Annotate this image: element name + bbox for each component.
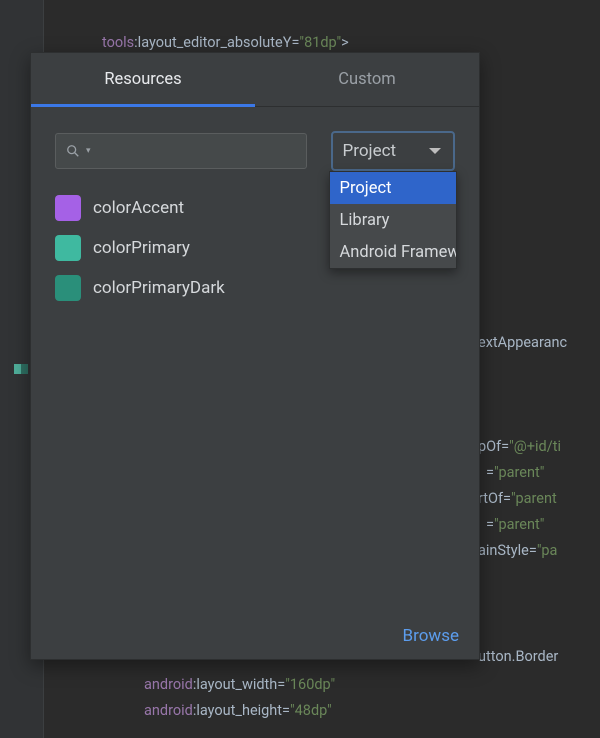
resource-item-label: colorPrimaryDark <box>93 278 225 298</box>
resource-item-label: colorPrimary <box>93 238 190 258</box>
code-ns: tools <box>102 34 134 51</box>
dropdown-item-label: Android Framewo <box>340 243 456 262</box>
dropdown-item-label: Library <box>340 211 390 230</box>
chevron-down-icon <box>429 148 441 154</box>
tab-custom[interactable]: Custom <box>255 53 479 106</box>
tab-resources[interactable]: Resources <box>31 53 255 106</box>
search-options-caret-icon[interactable]: ▾ <box>86 146 91 156</box>
source-dropdown-selected: Project <box>343 141 397 161</box>
browse-button-label: Browse <box>403 626 459 646</box>
search-icon <box>66 144 80 158</box>
color-swatch <box>55 195 81 221</box>
tab-resources-label: Resources <box>104 70 181 89</box>
code-attr: layout_editor_absoluteY <box>138 34 292 51</box>
source-dropdown-list: Project Library Android Framewo <box>329 171 457 269</box>
code-val: "81dp" <box>299 34 341 51</box>
resource-picker-dialog: Resources Custom ▾ Project Project Libra… <box>30 52 480 660</box>
code-frag: extAppearanc <box>478 334 567 351</box>
dialog-controls: ▾ Project Project Library Android Framew… <box>31 107 479 187</box>
search-input-wrap[interactable]: ▾ <box>55 133 307 169</box>
color-swatch <box>55 235 81 261</box>
search-input[interactable] <box>97 142 296 160</box>
gutter-color-mark <box>14 364 28 374</box>
dialog-footer: Browse <box>31 613 479 659</box>
dialog-tabs: Resources Custom <box>31 53 479 107</box>
resource-item-color-primary-dark[interactable]: colorPrimaryDark <box>55 275 455 301</box>
resource-item-label: colorAccent <box>93 198 184 218</box>
source-dropdown: Project Project Library Android Framewo <box>331 131 455 171</box>
dropdown-item-library[interactable]: Library <box>330 204 456 236</box>
tab-custom-label: Custom <box>338 70 395 89</box>
source-dropdown-button[interactable]: Project <box>331 131 455 171</box>
dropdown-item-android-framework[interactable]: Android Framewo <box>330 236 456 268</box>
color-swatch <box>55 275 81 301</box>
dropdown-item-label: Project <box>340 179 392 198</box>
dropdown-item-project[interactable]: Project <box>330 172 456 204</box>
browse-button[interactable]: Browse <box>403 626 459 646</box>
